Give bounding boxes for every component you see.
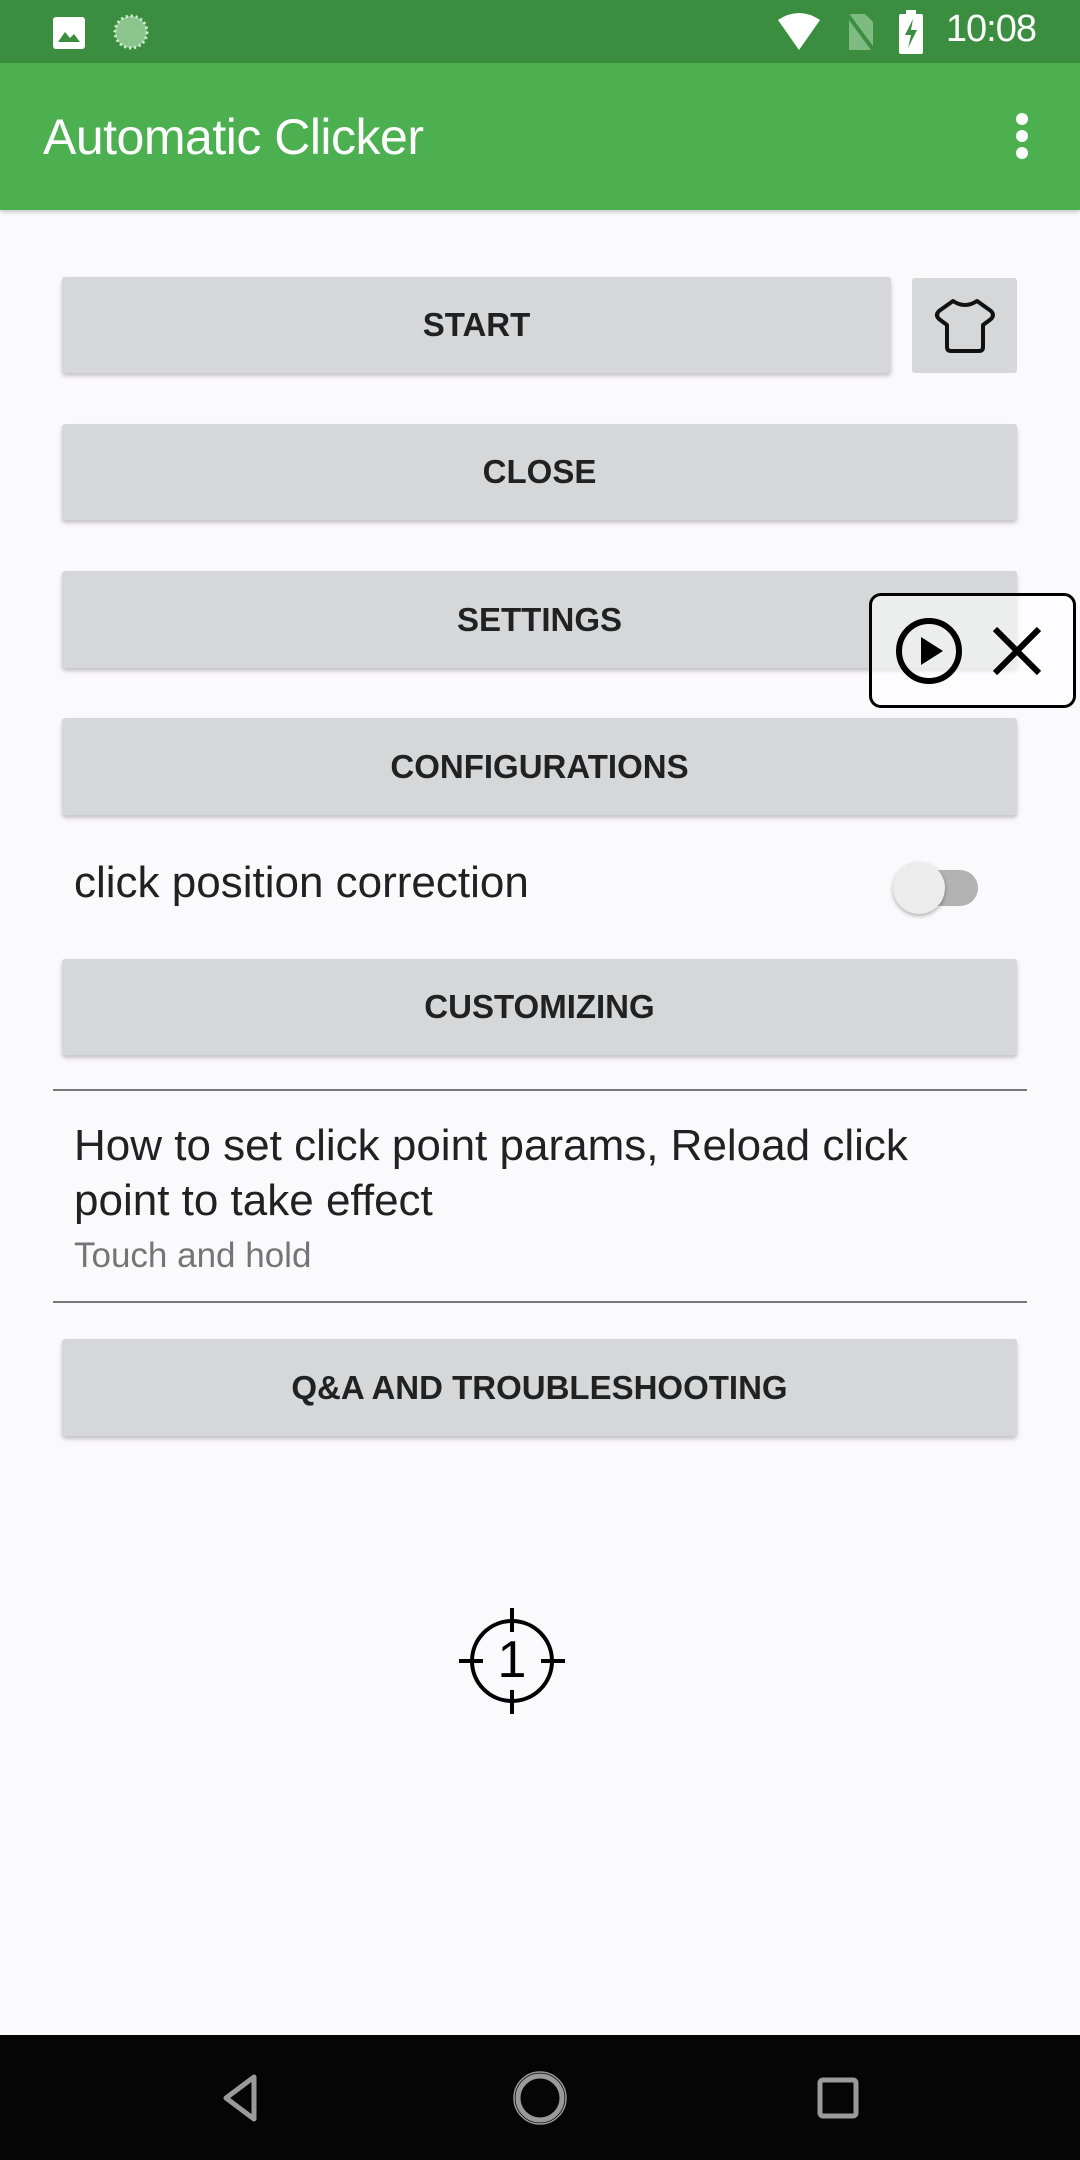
back-icon[interactable] bbox=[206, 2063, 276, 2133]
navigation-bar bbox=[0, 2035, 1080, 2160]
qa-troubleshooting-button[interactable]: Q&A AND TROUBLESHOOTING bbox=[62, 1339, 1017, 1436]
battery-charging-icon bbox=[899, 10, 923, 54]
recents-icon[interactable] bbox=[803, 2063, 873, 2133]
click-point-number: 1 bbox=[497, 1631, 527, 1689]
status-bar: 10:08 bbox=[0, 0, 1080, 63]
clock: 10:08 bbox=[945, 8, 1037, 50]
shirt-icon bbox=[934, 298, 995, 353]
app-title: Automatic Clicker bbox=[43, 109, 424, 165]
image-notification-icon bbox=[53, 17, 85, 49]
home-icon[interactable] bbox=[505, 2063, 575, 2133]
click-position-correction-switch[interactable] bbox=[888, 858, 988, 918]
more-vert-icon[interactable] bbox=[1010, 113, 1034, 163]
preference-title: How to set click point params, Reload cl… bbox=[74, 1121, 908, 1225]
no-sim-icon bbox=[845, 12, 877, 52]
switch-thumb bbox=[893, 862, 945, 914]
click-position-correction-label: click position correction bbox=[74, 858, 529, 907]
start-button[interactable]: START bbox=[62, 277, 891, 373]
loading-notification-icon bbox=[113, 14, 149, 50]
divider bbox=[53, 1301, 1027, 1303]
customizing-button[interactable]: CUSTOMIZING bbox=[62, 959, 1017, 1055]
floating-control-panel[interactable] bbox=[869, 593, 1076, 708]
configurations-button[interactable]: CONFIGURATIONS bbox=[62, 718, 1017, 815]
click-point-target[interactable]: 1 bbox=[455, 1604, 569, 1718]
close-button[interactable]: CLOSE bbox=[62, 424, 1017, 520]
app-bar: Automatic Clicker bbox=[0, 63, 1080, 210]
wifi-icon bbox=[778, 13, 820, 50]
close-icon[interactable] bbox=[990, 624, 1044, 678]
play-circle-icon[interactable] bbox=[894, 616, 964, 686]
preference-summary: Touch and hold bbox=[74, 1236, 312, 1275]
divider bbox=[53, 1089, 1027, 1091]
theme-button[interactable] bbox=[912, 278, 1017, 373]
